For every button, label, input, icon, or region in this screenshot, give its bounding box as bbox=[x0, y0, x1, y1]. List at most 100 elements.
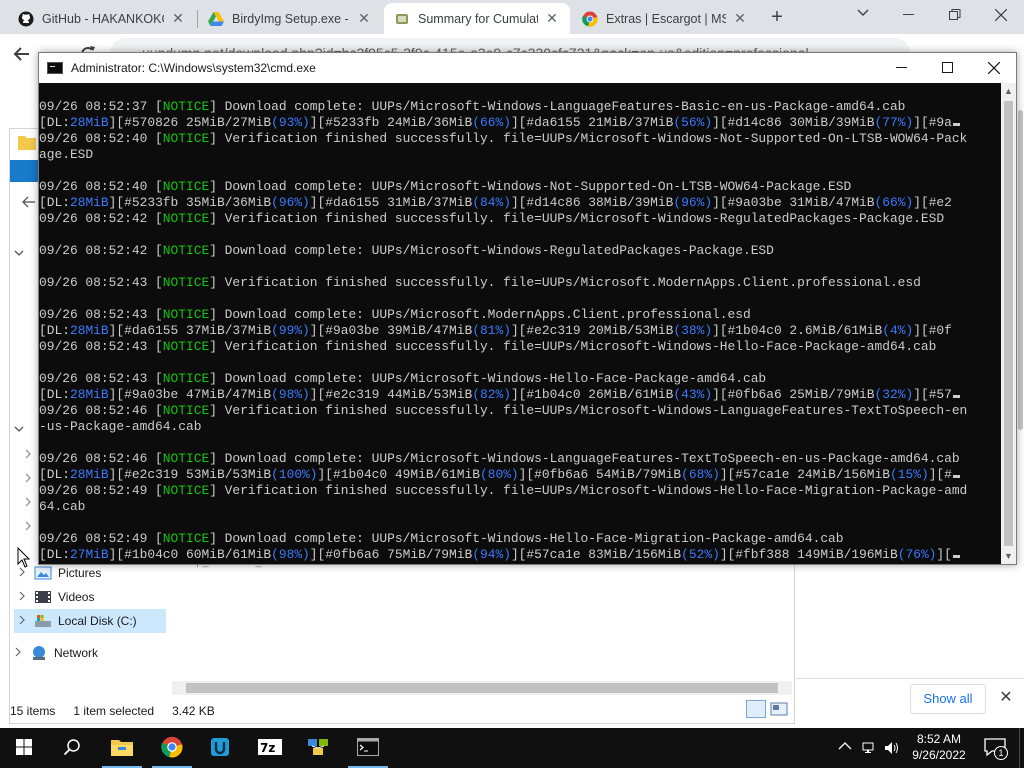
search-button[interactable] bbox=[48, 728, 96, 768]
drive-icon bbox=[34, 613, 52, 629]
clock[interactable]: 8:52 AM 9/26/2022 bbox=[904, 731, 974, 765]
tree-collapse-chevron-icon[interactable] bbox=[24, 472, 32, 486]
console-output[interactable]: 09/26 08:52:37 [NOTICE] Download complet… bbox=[39, 83, 1000, 564]
tree-item-label: Network bbox=[54, 646, 99, 660]
console-line: 09/26 08:52:43 [NOTICE] Download complet… bbox=[39, 371, 1000, 387]
tree-item-local-disk[interactable]: Local Disk (C:) bbox=[14, 609, 166, 633]
console-line: 09/26 08:52:37 [NOTICE] Download complet… bbox=[39, 99, 1000, 115]
videos-folder-icon bbox=[34, 589, 52, 605]
tab-uupdump[interactable]: Summary for Cumulati ✕ bbox=[384, 3, 570, 34]
pictures-folder-icon bbox=[34, 565, 52, 581]
console-scrollbar[interactable]: ▲ ▼ bbox=[1001, 83, 1016, 564]
svg-text:7z: 7z bbox=[260, 741, 275, 755]
browser-minimize-button[interactable] bbox=[886, 0, 932, 30]
tree-collapse-chevron-icon[interactable] bbox=[24, 496, 32, 510]
tree-expand-chevron-icon[interactable] bbox=[14, 422, 24, 436]
taskbar-network-app[interactable] bbox=[294, 728, 342, 768]
console-text: 09/26 08:52:40 [ bbox=[39, 131, 163, 146]
scrollbar-thumb[interactable] bbox=[1018, 110, 1023, 430]
console-text: ][#1b04c0 2.6MiB/61MiB bbox=[712, 323, 883, 338]
browser-close-button[interactable] bbox=[978, 0, 1024, 30]
console-text: ][#1b04c0 26MiB/61MiB bbox=[510, 387, 674, 402]
tree-item-network[interactable]: Network bbox=[10, 641, 160, 665]
volume-icon[interactable] bbox=[884, 740, 900, 756]
close-icon[interactable]: ✕ bbox=[356, 10, 372, 27]
tab-label: Summary for Cumulati bbox=[418, 11, 538, 26]
console-text: 09/26 08:52:43 [ bbox=[39, 371, 163, 386]
console-line: 64.cab bbox=[39, 499, 1000, 515]
taskbar-chrome[interactable] bbox=[148, 728, 196, 768]
close-button[interactable] bbox=[971, 53, 1017, 83]
show-all-button[interactable]: Show all bbox=[910, 684, 986, 714]
console-text: 09/26 08:52:49 [ bbox=[39, 483, 163, 498]
console-text: ][#9a03be 47MiB/47MiB bbox=[108, 387, 272, 402]
console-line: 09/26 08:52:49 [NOTICE] Verification fin… bbox=[39, 483, 1000, 499]
console-text: ][#57ca1e 24MiB/156MiB bbox=[719, 467, 890, 482]
progress-value: (98%) bbox=[271, 387, 310, 402]
close-icon[interactable]: ✕ bbox=[170, 10, 186, 27]
tray-overflow-chevron-icon[interactable] bbox=[838, 740, 852, 754]
progress-value: (84%) bbox=[472, 195, 511, 210]
progress-value: 28MiB bbox=[69, 467, 109, 482]
tab-search-chevron-icon[interactable] bbox=[854, 6, 872, 24]
console-text: ][#da6155 37MiB/37MiB bbox=[108, 323, 272, 338]
notice-tag: NOTICE bbox=[162, 339, 210, 354]
show-desktop-button[interactable] bbox=[1019, 728, 1024, 768]
console-text: 09/26 08:52:43 [ bbox=[39, 275, 163, 290]
console-line: 09/26 08:52:43 [NOTICE] Verification fin… bbox=[39, 275, 1000, 291]
notice-tag: NOTICE bbox=[162, 179, 210, 194]
back-arrow-icon[interactable] bbox=[10, 42, 34, 66]
browser-restore-button[interactable] bbox=[932, 0, 978, 30]
selection-count: 1 item selected bbox=[73, 704, 155, 718]
console-line: 09/26 08:52:46 [NOTICE] Download complet… bbox=[39, 451, 1000, 467]
details-view-icon[interactable] bbox=[746, 700, 766, 718]
scroll-up-arrow-icon[interactable]: ▲ bbox=[1001, 83, 1016, 99]
scrollbar-thumb[interactable] bbox=[186, 683, 778, 693]
tree-expand-chevron-icon[interactable] bbox=[14, 246, 24, 260]
taskbar-7zip[interactable]: 7z bbox=[246, 728, 294, 768]
start-button[interactable] bbox=[0, 728, 48, 768]
console-line: 09/26 08:52:49 [NOTICE] Download complet… bbox=[39, 531, 1000, 547]
new-tab-button[interactable]: + bbox=[766, 7, 788, 29]
console-text: ][#0f bbox=[913, 323, 952, 338]
close-icon[interactable]: ✕ bbox=[998, 690, 1014, 706]
uup-dump-icon bbox=[394, 11, 410, 27]
scroll-down-arrow-icon[interactable]: ▼ bbox=[1001, 548, 1016, 564]
close-icon[interactable]: ✕ bbox=[544, 10, 560, 27]
console-line: 09/26 08:52:46 [NOTICE] Verification fin… bbox=[39, 403, 1000, 419]
tab-google-drive[interactable]: BirdyImg Setup.exe - G ✕ bbox=[198, 3, 382, 34]
file-menu-tab[interactable] bbox=[10, 160, 40, 182]
cmd-title-bar[interactable]: Administrator: C:\Windows\system32\cmd.e… bbox=[39, 53, 1016, 83]
tree-collapse-chevron-icon[interactable] bbox=[24, 520, 32, 534]
network-status-icon[interactable] bbox=[862, 740, 878, 756]
tab-escargot[interactable]: Extras | Escargot | MSN ✕ bbox=[572, 3, 758, 34]
minimize-button[interactable] bbox=[879, 53, 925, 83]
progress-value: (38%) bbox=[673, 323, 713, 338]
tab-github[interactable]: GitHub - HAKANKOKC ✕ bbox=[8, 3, 196, 34]
browser-tab-strip: GitHub - HAKANKOKC ✕ BirdyImg Setup.exe … bbox=[0, 0, 1024, 34]
taskbar-cmd[interactable] bbox=[344, 728, 392, 768]
console-line: 09/26 08:52:43 [NOTICE] Download complet… bbox=[39, 307, 1000, 323]
console-text: ][# bbox=[928, 467, 952, 482]
scrollbar-thumb[interactable] bbox=[1004, 101, 1013, 546]
console-text: ][#1b04c0 49MiB/61MiB bbox=[317, 467, 480, 482]
page-vertical-scrollbar[interactable] bbox=[1017, 80, 1024, 670]
maximize-button[interactable] bbox=[925, 53, 971, 83]
horizontal-scrollbar[interactable] bbox=[172, 681, 792, 695]
large-icons-view-icon[interactable] bbox=[770, 702, 788, 716]
close-icon[interactable]: ✕ bbox=[732, 10, 748, 27]
selection-size: 3.42 KB bbox=[172, 704, 215, 718]
console-text: ][#0fb6a6 25MiB/79MiB bbox=[712, 387, 875, 402]
explorer-back-arrow-icon[interactable] bbox=[22, 196, 36, 211]
status-bar: 15 items 1 item selected 3.42 KB bbox=[10, 700, 794, 722]
taskbar-file-explorer[interactable] bbox=[98, 728, 146, 768]
taskbar-uupdump-app[interactable] bbox=[196, 728, 244, 768]
file-explorer-icon bbox=[110, 737, 134, 760]
notice-tag: NOTICE bbox=[162, 275, 210, 290]
tree-collapse-chevron-icon[interactable] bbox=[24, 448, 32, 462]
notice-tag: NOTICE bbox=[162, 131, 210, 146]
console-line: 09/26 08:52:40 [NOTICE] Verification fin… bbox=[39, 131, 1000, 147]
tree-item-videos[interactable]: Videos bbox=[14, 585, 164, 609]
